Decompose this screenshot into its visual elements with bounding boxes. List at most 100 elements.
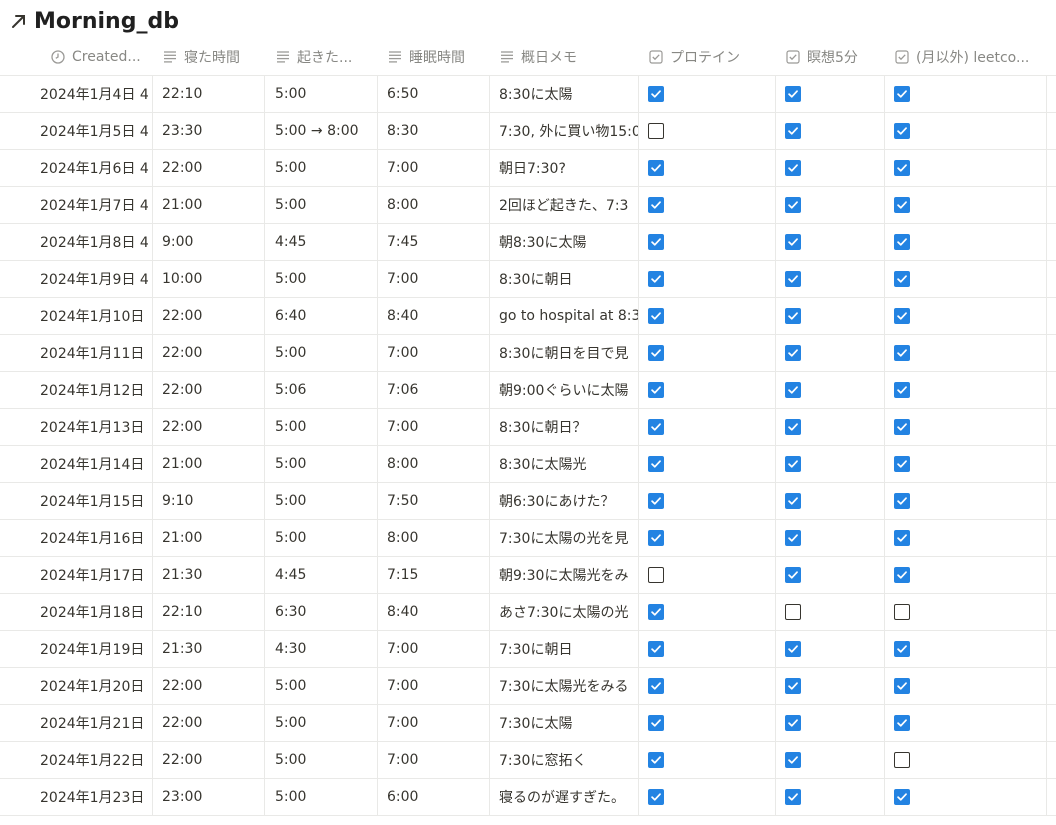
leetcode-checkbox[interactable] — [894, 86, 910, 102]
protein-cell[interactable] — [648, 224, 768, 260]
protein-cell[interactable] — [648, 76, 768, 112]
leetcode-checkbox[interactable] — [894, 456, 910, 472]
woke-time-cell[interactable]: 5:00 — [275, 335, 375, 371]
leetcode-cell[interactable] — [894, 779, 1039, 815]
created-cell[interactable]: 2024年1月19日 — [40, 631, 150, 667]
table-row[interactable]: 2024年1月7日 4 21:00 5:00 8:00 2回ほど起きた、7:3 — [0, 187, 1056, 224]
protein-checkbox[interactable] — [648, 308, 664, 324]
table-row[interactable]: 2024年1月19日 21:30 4:30 7:00 7:30に朝日 — [0, 631, 1056, 668]
protein-checkbox[interactable] — [648, 789, 664, 805]
meditation-checkbox[interactable] — [785, 604, 801, 620]
sleep-duration-cell[interactable]: 7:50 — [387, 483, 487, 519]
table-row[interactable]: 2024年1月5日 4 23:30 5:00 → 8:00 8:30 7:30, 外に買… — [0, 113, 1056, 150]
memo-cell[interactable]: 寝るのが遅すぎた。 — [499, 779, 638, 815]
sleep-duration-cell[interactable]: 7:15 — [387, 557, 487, 593]
leetcode-cell[interactable] — [894, 520, 1039, 556]
protein-cell[interactable] — [648, 668, 768, 704]
table-row[interactable]: 2024年1月11日 22:00 5:00 7:00 8:30に朝日を目で見 — [0, 335, 1056, 372]
leetcode-checkbox[interactable] — [894, 308, 910, 324]
meditation-checkbox[interactable] — [785, 530, 801, 546]
protein-checkbox[interactable] — [648, 641, 664, 657]
sleep-duration-cell[interactable]: 7:00 — [387, 631, 487, 667]
leetcode-cell[interactable] — [894, 705, 1039, 741]
leetcode-cell[interactable] — [894, 261, 1039, 297]
memo-cell[interactable]: 7:30に太陽の光を見 — [499, 520, 638, 556]
meditation-checkbox[interactable] — [785, 271, 801, 287]
created-cell[interactable]: 2024年1月15日 — [40, 483, 150, 519]
leetcode-cell[interactable] — [894, 372, 1039, 408]
created-cell[interactable]: 2024年1月10日 — [40, 298, 150, 334]
table-row[interactable]: 2024年1月4日 4 22:10 5:00 6:50 8:30に太陽 — [0, 76, 1056, 113]
memo-cell[interactable]: 朝日7:30? — [499, 150, 638, 186]
woke-time-cell[interactable]: 5:00 — [275, 187, 375, 223]
sleep-duration-cell[interactable]: 6:00 — [387, 779, 487, 815]
meditation-cell[interactable] — [785, 409, 875, 445]
memo-cell[interactable]: 7:30に朝日 — [499, 631, 638, 667]
slept-time-cell[interactable]: 22:00 — [162, 335, 262, 371]
slept-time-cell[interactable]: 22:00 — [162, 372, 262, 408]
meditation-cell[interactable] — [785, 557, 875, 593]
meditation-cell[interactable] — [785, 335, 875, 371]
slept-time-cell[interactable]: 9:10 — [162, 483, 262, 519]
meditation-cell[interactable] — [785, 76, 875, 112]
table-row[interactable]: 2024年1月9日 4 10:00 5:00 7:00 8:30に朝日 — [0, 261, 1056, 298]
meditation-cell[interactable] — [785, 224, 875, 260]
leetcode-cell[interactable] — [894, 483, 1039, 519]
protein-checkbox[interactable] — [648, 382, 664, 398]
sleep-duration-cell[interactable]: 7:00 — [387, 335, 487, 371]
memo-cell[interactable]: 2回ほど起きた、7:3 — [499, 187, 638, 223]
sleep-duration-cell[interactable]: 7:00 — [387, 150, 487, 186]
woke-time-cell[interactable]: 5:00 — [275, 668, 375, 704]
sleep-duration-cell[interactable]: 7:00 — [387, 742, 487, 778]
woke-time-cell[interactable]: 5:00 — [275, 150, 375, 186]
protein-cell[interactable] — [648, 372, 768, 408]
meditation-checkbox[interactable] — [785, 123, 801, 139]
column-header-meditation[interactable]: 瞑想5分 — [785, 38, 884, 75]
protein-checkbox[interactable] — [648, 271, 664, 287]
meditation-checkbox[interactable] — [785, 345, 801, 361]
created-cell[interactable]: 2024年1月7日 4 — [40, 187, 150, 223]
protein-cell[interactable] — [648, 779, 768, 815]
woke-time-cell[interactable]: 5:00 — [275, 742, 375, 778]
memo-cell[interactable]: 8:30に朝日？ — [499, 409, 638, 445]
slept-time-cell[interactable]: 21:30 — [162, 557, 262, 593]
memo-cell[interactable]: 8:30に朝日を目で見 — [499, 335, 638, 371]
slept-time-cell[interactable]: 21:30 — [162, 631, 262, 667]
meditation-cell[interactable] — [785, 483, 875, 519]
column-header-slept-time[interactable]: 寝た時間 — [162, 38, 262, 75]
memo-cell[interactable]: 8:30に太陽光 — [499, 446, 638, 482]
woke-time-cell[interactable]: 5:06 — [275, 372, 375, 408]
created-cell[interactable]: 2024年1月8日 4 — [40, 224, 150, 260]
meditation-checkbox[interactable] — [785, 308, 801, 324]
leetcode-checkbox[interactable] — [894, 123, 910, 139]
table-row[interactable]: 2024年1月20日 22:00 5:00 7:00 7:30に太陽光をみる — [0, 668, 1056, 705]
protein-checkbox[interactable] — [648, 493, 664, 509]
slept-time-cell[interactable]: 23:00 — [162, 779, 262, 815]
protein-checkbox[interactable] — [648, 567, 664, 583]
memo-cell[interactable]: 8:30に太陽 — [499, 76, 638, 112]
meditation-cell[interactable] — [785, 187, 875, 223]
memo-cell[interactable]: あさ7:30に太陽の光 — [499, 594, 638, 630]
created-cell[interactable]: 2024年1月9日 4 — [40, 261, 150, 297]
arrow-up-right-icon[interactable] — [8, 10, 30, 32]
protein-checkbox[interactable] — [648, 234, 664, 250]
protein-cell[interactable] — [648, 520, 768, 556]
protein-checkbox[interactable] — [648, 123, 664, 139]
created-cell[interactable]: 2024年1月5日 4 — [40, 113, 150, 149]
sleep-duration-cell[interactable]: 8:40 — [387, 594, 487, 630]
created-cell[interactable]: 2024年1月13日 — [40, 409, 150, 445]
woke-time-cell[interactable]: 5:00 — [275, 483, 375, 519]
leetcode-cell[interactable] — [894, 298, 1039, 334]
leetcode-checkbox[interactable] — [894, 271, 910, 287]
sleep-duration-cell[interactable]: 7:00 — [387, 409, 487, 445]
memo-cell[interactable]: 7:30に窓拓く — [499, 742, 638, 778]
slept-time-cell[interactable]: 22:00 — [162, 150, 262, 186]
leetcode-checkbox[interactable] — [894, 419, 910, 435]
protein-checkbox[interactable] — [648, 86, 664, 102]
column-header-sleep-duration[interactable]: 睡眠時間 — [387, 38, 487, 75]
protein-cell[interactable] — [648, 187, 768, 223]
woke-time-cell[interactable]: 4:45 — [275, 557, 375, 593]
sleep-duration-cell[interactable]: 8:30 — [387, 113, 487, 149]
created-cell[interactable]: 2024年1月21日 — [40, 705, 150, 741]
leetcode-cell[interactable] — [894, 742, 1039, 778]
